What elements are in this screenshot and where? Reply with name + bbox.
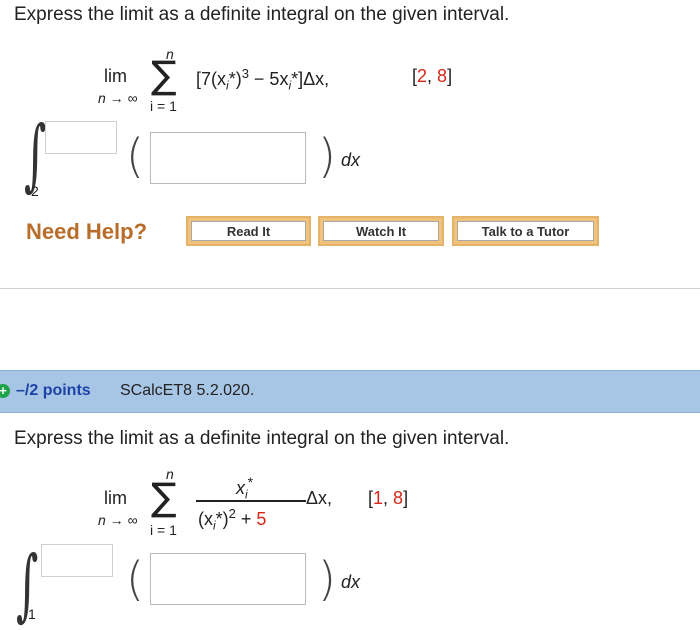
q2-lim-sub: n → ∞ [98,512,138,528]
q1-summand: [7(xi*)3 − 5xi*]Δx, [196,66,330,93]
q2-denominator: (xi*)2 + 5 [198,506,267,533]
q2-integrand-input[interactable] [150,553,306,605]
q2-interval: [1, 8] [368,488,409,508]
q1-sum-bottom: i = 1 [150,98,177,114]
read-it-label: Read It [191,221,306,241]
talk-to-tutor-label: Talk to a Tutor [457,221,594,241]
fraction-bar [196,500,306,502]
q1-lim-sub: n → ∞ [98,90,138,106]
q1-integrand-input[interactable] [150,132,306,184]
q2-dx: dx [341,572,361,592]
talk-to-tutor-button[interactable]: Talk to a Tutor [452,216,599,246]
read-it-button[interactable]: Read It [186,216,311,246]
q2-upper-limit-input[interactable] [41,544,113,577]
q1-dx: dx [341,150,361,170]
sigma-icon: ∑ [151,475,177,519]
q2-delta-x: Δx, [306,488,333,508]
section-divider [0,288,700,289]
q2-sum-bottom: i = 1 [150,522,177,538]
open-paren-icon: ( [126,552,144,606]
question-id: SCalcET8 5.2.020. [120,382,255,399]
close-paren-icon: ) [318,129,336,183]
q1-interval: [2, 8] [412,66,453,86]
need-help-label: Need Help? [26,219,148,244]
q1-lower-limit: 2 [31,183,39,199]
close-paren-icon: ) [318,552,336,606]
q2-lower-limit: 1 [28,606,36,622]
watch-it-button[interactable]: Watch It [318,216,444,246]
q1-lim: lim [104,66,127,86]
q2-prompt: Express the limit as a definite integral… [14,428,510,449]
question-header-bar [0,370,700,413]
q2-numerator: xi* [236,474,254,502]
q1-upper-limit-input[interactable] [45,121,117,154]
open-paren-icon: ( [126,129,144,183]
q1-prompt: Express the limit as a definite integral… [14,4,510,25]
watch-it-label: Watch It [323,221,439,241]
question-points: –/2 points [16,382,91,399]
q2-lim: lim [104,488,127,508]
sigma-icon: ∑ [151,53,177,97]
